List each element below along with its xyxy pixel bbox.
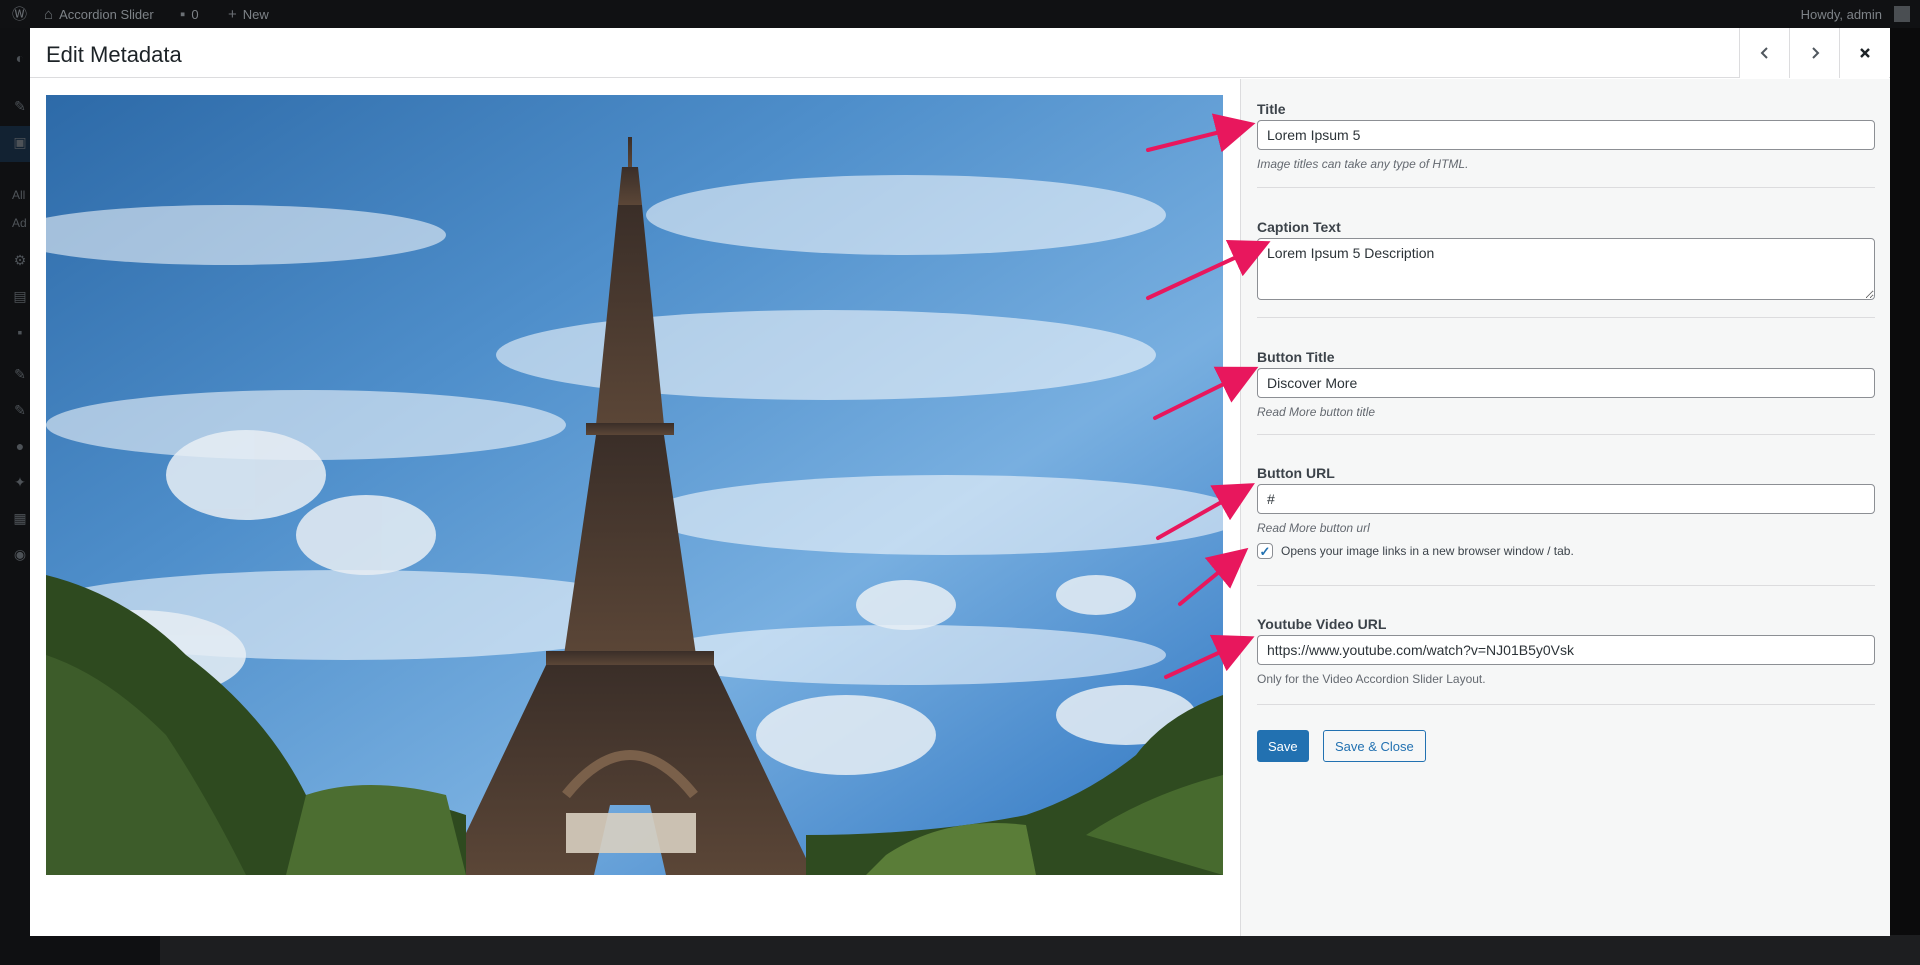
dashboard-icon: ◐ bbox=[15, 50, 25, 66]
new-content-link[interactable]: + New bbox=[228, 0, 269, 28]
admin-bar: Ⓦ ⌂ Accordion Slider ▪ 0 + New Howdy, ad… bbox=[0, 0, 1920, 28]
image-preview bbox=[46, 95, 1223, 875]
new-label: New bbox=[242, 6, 269, 22]
divider bbox=[1257, 187, 1875, 188]
pin-icon: ✎ bbox=[14, 97, 26, 114]
comment-icon: ▪ bbox=[180, 5, 186, 23]
side-menu-sub-item: Ad bbox=[12, 216, 27, 230]
modal-title: Edit Metadata bbox=[46, 42, 182, 67]
divider bbox=[1257, 434, 1875, 435]
divider bbox=[1257, 317, 1875, 318]
divider bbox=[1257, 585, 1875, 586]
new-window-checkbox[interactable]: ✓ bbox=[1257, 543, 1273, 559]
edit-metadata-modal: Edit Metadata Title Lorem Ipsum 5 Image … bbox=[30, 28, 1890, 936]
plus-icon: + bbox=[228, 5, 237, 23]
new-window-option[interactable]: ✓ Opens your image links in a new browse… bbox=[1257, 543, 1574, 559]
pages-icon: ▤ bbox=[13, 287, 27, 304]
settings-menu-icon: ▦ bbox=[13, 509, 27, 526]
button-url-label: Button URL bbox=[1257, 465, 1335, 481]
users-icon: ● bbox=[15, 438, 25, 454]
divider bbox=[1257, 704, 1875, 705]
title-input[interactable] bbox=[1257, 120, 1875, 150]
side-menu-sub-item: All bbox=[12, 188, 26, 202]
site-name-link[interactable]: ⌂ Accordion Slider bbox=[44, 0, 154, 28]
button-url-input[interactable] bbox=[1257, 484, 1875, 514]
avatar bbox=[1894, 6, 1910, 22]
title-hint: Image titles can take any type of HTML. bbox=[1257, 157, 1469, 171]
chevron-left-icon bbox=[1760, 47, 1768, 59]
modal-header: Edit Metadata bbox=[30, 28, 1890, 78]
comments-count: 0 bbox=[191, 6, 199, 22]
title-label: Title bbox=[1257, 101, 1286, 117]
caption-textarea[interactable]: Lorem Ipsum 5 Description bbox=[1257, 238, 1875, 300]
caption-label: Caption Text bbox=[1257, 219, 1341, 235]
home-icon: ⌂ bbox=[44, 5, 54, 23]
comments-link[interactable]: ▪ 0 bbox=[180, 0, 199, 28]
button-url-hint: Read More button url bbox=[1257, 521, 1370, 535]
youtube-url-input[interactable] bbox=[1257, 635, 1875, 665]
chevron-right-icon bbox=[1811, 47, 1819, 59]
button-title-input[interactable] bbox=[1257, 368, 1875, 398]
new-window-label: Opens your image links in a new browser … bbox=[1281, 544, 1574, 558]
content-backdrop bbox=[160, 935, 1920, 965]
previous-button[interactable] bbox=[1739, 28, 1789, 78]
next-button[interactable] bbox=[1789, 28, 1839, 78]
settings-icon: ⚙ bbox=[13, 251, 27, 268]
account-menu[interactable]: Howdy, admin bbox=[1801, 0, 1910, 28]
save-button[interactable]: Save bbox=[1257, 730, 1309, 762]
greeting: Howdy, admin bbox=[1800, 6, 1882, 22]
appearance-icon: ✎ bbox=[14, 365, 26, 382]
close-button[interactable] bbox=[1839, 28, 1889, 78]
button-title-hint: Read More button title bbox=[1257, 405, 1376, 419]
metadata-sidebar: Title Image titles can take any type of … bbox=[1240, 79, 1890, 936]
site-name: Accordion Slider bbox=[59, 6, 154, 22]
button-title-label: Button Title bbox=[1257, 349, 1335, 365]
wordpress-logo-icon[interactable]: Ⓦ bbox=[12, 0, 27, 28]
image-preview-pane bbox=[30, 79, 1240, 936]
close-icon bbox=[1859, 48, 1870, 58]
save-and-close-button[interactable]: Save & Close bbox=[1323, 730, 1426, 762]
youtube-url-label: Youtube Video URL bbox=[1257, 616, 1387, 632]
collapse-icon: ◉ bbox=[13, 545, 27, 562]
tools-icon: ✦ bbox=[14, 473, 26, 490]
media-icon: ▣ bbox=[13, 133, 27, 150]
comments-menu-icon: ▪ bbox=[17, 324, 23, 340]
youtube-url-hint: Only for the Video Accordion Slider Layo… bbox=[1257, 672, 1486, 686]
plugins-icon: ✎ bbox=[14, 401, 26, 418]
